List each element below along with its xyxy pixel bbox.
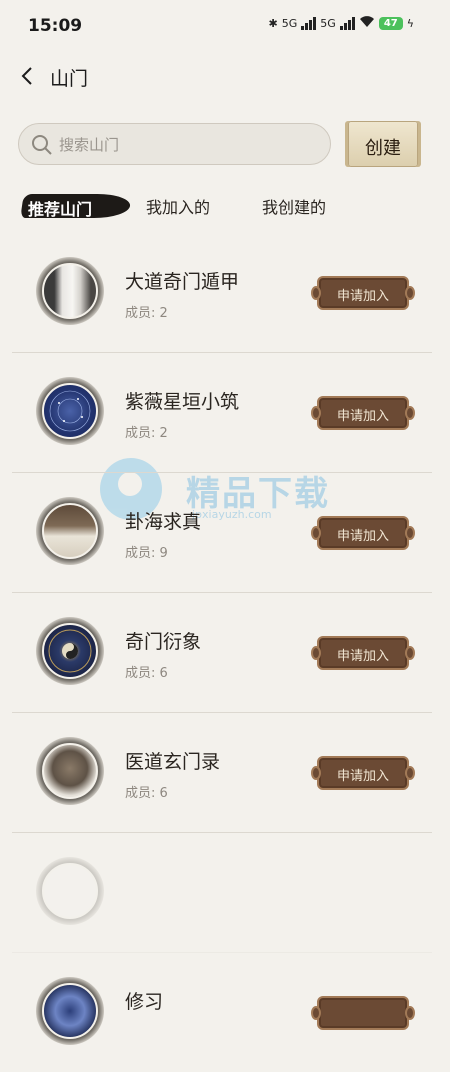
join-button[interactable]: 申请加入 [311, 276, 415, 310]
page-title: 山门 [50, 68, 89, 90]
avatar-frame [36, 617, 104, 685]
list-item[interactable]: 修习 [12, 953, 432, 1072]
avatar-frame [36, 377, 104, 445]
join-button-label: 申请加入 [336, 769, 389, 784]
avatar [42, 383, 98, 439]
create-button[interactable]: 创建 [348, 121, 418, 167]
network-type-1: 5G [281, 16, 298, 30]
join-button-label: 申请加入 [336, 529, 389, 544]
list-item[interactable]: 奇门衍象 成员: 6 申请加入 [12, 593, 432, 713]
avatar-frame [36, 857, 104, 925]
back-button[interactable] [14, 62, 42, 90]
network-type-2: 5G [320, 16, 336, 30]
join-button-label: 申请加入 [336, 409, 389, 424]
battery-indicator: 47 [378, 16, 403, 30]
create-button-label: 创建 [365, 138, 401, 159]
list-item[interactable]: 大道奇门遁甲 成员: 2 申请加入 [12, 233, 432, 353]
list-item[interactable]: 卦海求真 成员: 9 申请加入 [12, 473, 432, 593]
join-button-label: 申请加入 [336, 289, 389, 304]
avatar [42, 503, 98, 559]
status-bar: 15:09 ✱ 5G 5G 47 ϟ [0, 0, 450, 52]
signal-icon [301, 16, 317, 30]
avatar [42, 263, 98, 319]
join-button[interactable]: 申请加入 [311, 756, 415, 790]
tab-joined[interactable]: 我加入的 [146, 194, 210, 218]
avatar [42, 983, 98, 1039]
charging-icon: ϟ [406, 16, 414, 30]
star-chart-icon [49, 390, 91, 432]
bluetooth-icon: ✱ [268, 16, 278, 30]
search-icon [32, 135, 52, 155]
member-count: 成员: 6 [125, 786, 168, 801]
list-item[interactable] [12, 833, 432, 953]
sect-name: 紫薇星垣小筑 [125, 391, 240, 413]
join-button[interactable]: 申请加入 [311, 396, 415, 430]
tab-label: 推荐山门 [28, 200, 93, 219]
sect-list: 大道奇门遁甲 成员: 2 申请加入 紫薇星垣小筑 成员: 2 申请加入 卦海求真… [12, 233, 432, 1072]
member-count: 成员: 2 [125, 306, 168, 321]
signal-icon-2 [339, 16, 355, 30]
sect-name: 奇门衍象 [125, 631, 202, 653]
sect-name: 医道玄门录 [125, 751, 221, 773]
member-count: 成员: 2 [125, 426, 168, 441]
wifi-icon [359, 15, 375, 31]
avatar-frame [36, 977, 104, 1045]
status-time: 15:09 [28, 16, 83, 36]
avatar-frame [36, 497, 104, 565]
list-item[interactable]: 紫薇星垣小筑 成员: 2 申请加入 [12, 353, 432, 473]
tab-bar: 推荐山门 我加入的 我创建的 [0, 188, 450, 228]
chevron-left-icon [21, 67, 32, 85]
search-box[interactable] [18, 123, 331, 166]
sect-name: 卦海求真 [125, 511, 202, 533]
bagua-compass-icon [48, 629, 92, 673]
member-count: 成员: 6 [125, 666, 168, 681]
sect-name: 大道奇门遁甲 [125, 271, 240, 293]
member-count: 成员: 9 [125, 546, 168, 561]
join-button-label: 申请加入 [336, 649, 389, 664]
header: 山门 [0, 52, 450, 102]
status-icons: ✱ 5G 5G 47 ϟ [269, 15, 414, 31]
search-input[interactable] [57, 124, 321, 166]
join-button[interactable]: 申请加入 [311, 636, 415, 670]
avatar [42, 863, 98, 919]
join-button[interactable] [311, 996, 415, 1030]
avatar [42, 623, 98, 679]
join-button[interactable]: 申请加入 [311, 516, 415, 550]
tab-created[interactable]: 我创建的 [262, 194, 326, 218]
tab-recommended[interactable]: 推荐山门 [20, 188, 132, 224]
avatar-frame [36, 737, 104, 805]
avatar [42, 743, 98, 799]
list-item[interactable]: 医道玄门录 成员: 6 申请加入 [12, 713, 432, 833]
avatar-frame [36, 257, 104, 325]
